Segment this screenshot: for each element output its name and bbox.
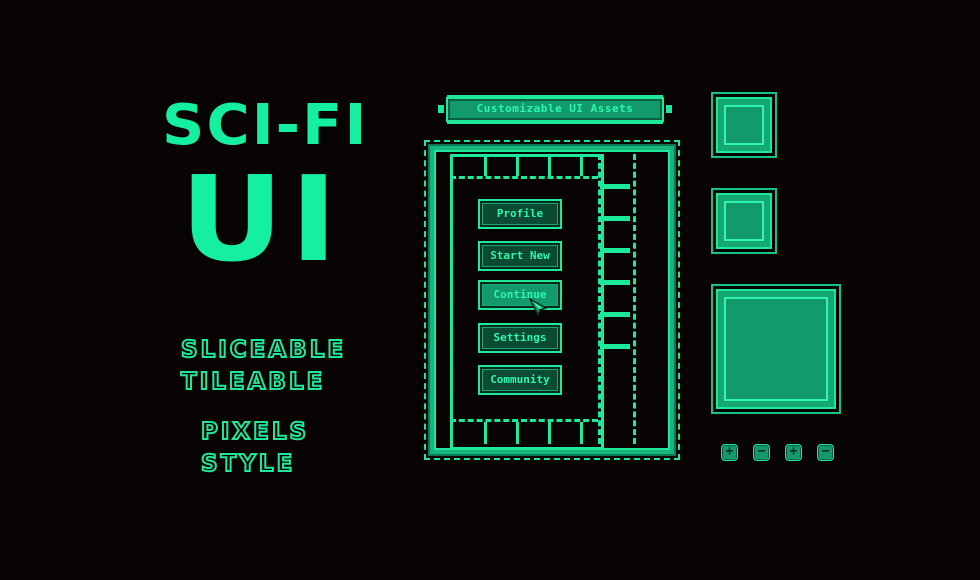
frame-divider: [580, 154, 583, 176]
title-scifi: SCI-FI: [162, 93, 369, 158]
feature-sliceable: SLICEABLE: [180, 337, 347, 363]
large-panel: [716, 289, 836, 409]
frame-divider: [516, 154, 519, 176]
frame-divider: [484, 422, 487, 444]
ladder-rung: [600, 216, 630, 221]
continue-button[interactable]: Continue: [478, 280, 562, 310]
start-new-button[interactable]: Start New: [478, 241, 562, 271]
panel-core: [724, 297, 828, 401]
frame-divider: [580, 422, 583, 444]
ladder-rung: [600, 248, 630, 253]
small-panel: [716, 193, 772, 249]
frame-top-strip: [450, 154, 598, 179]
frame-side-ladder: [598, 154, 636, 444]
frame-divider: [484, 154, 487, 176]
ladder-rung: [600, 312, 630, 317]
feature-tileable: TILEABLE: [180, 369, 326, 395]
arrow-cursor-icon: [529, 298, 547, 316]
profile-button[interactable]: Profile: [478, 199, 562, 229]
title-banner: Customizable UI Assets: [438, 97, 672, 122]
minus-icon[interactable]: −: [817, 444, 834, 461]
banner-text: Customizable UI Assets: [476, 102, 634, 115]
minus-icon[interactable]: −: [753, 444, 770, 461]
ladder-rung: [600, 280, 630, 285]
community-button[interactable]: Community: [478, 365, 562, 395]
panel-core: [724, 201, 764, 241]
ladder-rung: [600, 184, 630, 189]
frame-divider: [516, 422, 519, 444]
frame-divider: [548, 154, 551, 176]
ladder-rung: [600, 344, 630, 349]
plus-icon[interactable]: +: [721, 444, 738, 461]
frame-bottom-strip: [450, 419, 598, 444]
settings-button[interactable]: Settings: [478, 323, 562, 353]
plus-icon[interactable]: +: [785, 444, 802, 461]
title-ui: UI: [180, 150, 344, 288]
frame-divider: [548, 422, 551, 444]
panel-core: [724, 105, 764, 145]
small-panel: [716, 97, 772, 153]
feature-pixels: PIXELS: [200, 419, 310, 445]
feature-style: STYLE: [200, 451, 296, 477]
